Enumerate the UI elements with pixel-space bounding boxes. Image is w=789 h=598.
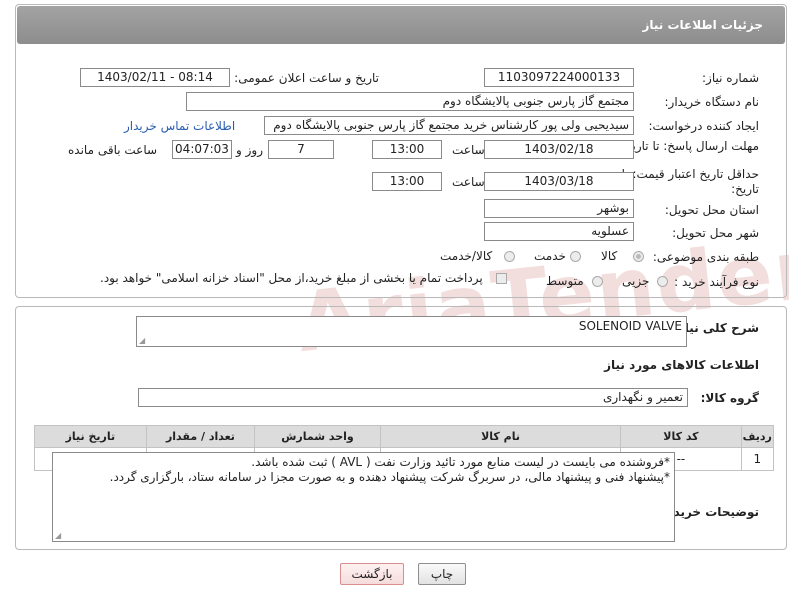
province-label: استان محل تحویل: [664,203,759,217]
col-item-code: کد کالا [620,425,742,448]
buyer-notes-field: *فروشنده می بایست در لیست منابع مورد تائ… [52,452,675,542]
goods-group-label: گروه کالا: [700,391,759,405]
col-need-date: تاریخ نیاز [34,425,147,448]
resize-grip-icon: ◢ [55,531,62,540]
price-validity-date-field: 1403/03/18 [484,172,634,191]
category-goods-radio[interactable] [633,251,644,262]
reply-deadline-time-field: 13:00 [372,140,442,159]
buyer-notes-line-1: *فروشنده می بایست در لیست منابع مورد تائ… [251,455,670,469]
category-service-label: خدمت [534,249,566,263]
print-button[interactable]: چاپ [418,563,466,585]
col-unit: واحد شمارش [254,425,381,448]
category-service-radio[interactable] [570,251,581,262]
price-validity-time-field: 13:00 [372,172,442,191]
col-row-number: ردیف [740,425,775,448]
buyer-org-field: مجتمع گاز پارس جنوبی پالایشگاه دوم [186,92,634,111]
days-label: روز و [236,143,263,157]
buyer-notes-text: *فروشنده می بایست در لیست منابع مورد تائ… [110,455,670,485]
buyer-contact-link[interactable]: اطلاعات تماس خریدار [124,119,235,133]
province-field: بوشهر [484,199,634,218]
col-quantity: تعداد / مقدار [145,425,256,448]
days-remaining-field: 7 [268,140,334,159]
treasury-payment-note: پرداخت تمام یا بخشی از مبلغ خرید،از محل … [100,271,483,285]
header-bar: جزئیات اطلاعات نیاز [17,6,785,44]
price-validity-time-label: ساعت [452,175,485,189]
process-medium-label: متوسط [546,274,584,288]
process-minor-label: جزیی [622,274,650,288]
time-remaining-field: 04:07:03 [172,140,232,159]
reply-deadline-date-field: 1403/02/18 [484,140,634,159]
goods-group-field: تعمیر و نگهداری [138,388,688,407]
process-medium-radio[interactable] [592,276,603,287]
need-number-field: 1103097224000133 [484,68,634,87]
treasury-payment-checkbox[interactable] [496,273,507,284]
need-number-label: شماره نیاز: [702,71,759,85]
category-goods-service-radio[interactable] [504,251,515,262]
category-label: طبقه بندی موضوعی: [652,250,759,264]
col-item-name: نام کالا [379,425,622,448]
announce-datetime-field: 1403/02/11 - 08:14 [80,68,230,87]
reply-deadline-time-label: ساعت [452,143,485,157]
process-minor-radio[interactable] [657,276,668,287]
time-remaining-label: ساعت باقی مانده [68,143,158,157]
summary-field: SOLENOID VALVE ◢ [136,316,687,347]
announce-datetime-label: تاریخ و ساعت اعلان عمومی: [234,71,379,85]
back-button[interactable]: بازگشت [340,563,404,585]
category-goods-label: کالا [601,249,618,263]
buyer-org-label: نام دستگاه خریدار: [664,95,760,109]
requester-field: سیدیحیی ولی پور کارشناس خرید مجتمع گاز پ… [264,116,634,135]
category-goods-service-label: کالا/خدمت [440,249,493,263]
process-type-label: نوع فرآیند خرید : [674,275,759,289]
cell-row-number: 1 [740,447,775,471]
summary-text: SOLENOID VALVE [578,319,682,333]
page-title: جزئیات اطلاعات نیاز [642,18,763,32]
buyer-notes-line-2: *پیشنهاد فنی و پیشنهاد مالی، در سربرگ شر… [109,470,670,484]
requester-label: ایجاد کننده درخواست: [648,119,759,133]
table-header-row: ردیف کد کالا نام کالا واحد شمارش تعداد /… [34,425,775,448]
goods-info-title: اطلاعات کالاهای مورد نیاز [604,358,759,372]
city-label: شهر محل تحویل: [672,226,759,240]
resize-grip-icon: ◢ [139,336,146,345]
city-field: عسلویه [484,222,634,241]
